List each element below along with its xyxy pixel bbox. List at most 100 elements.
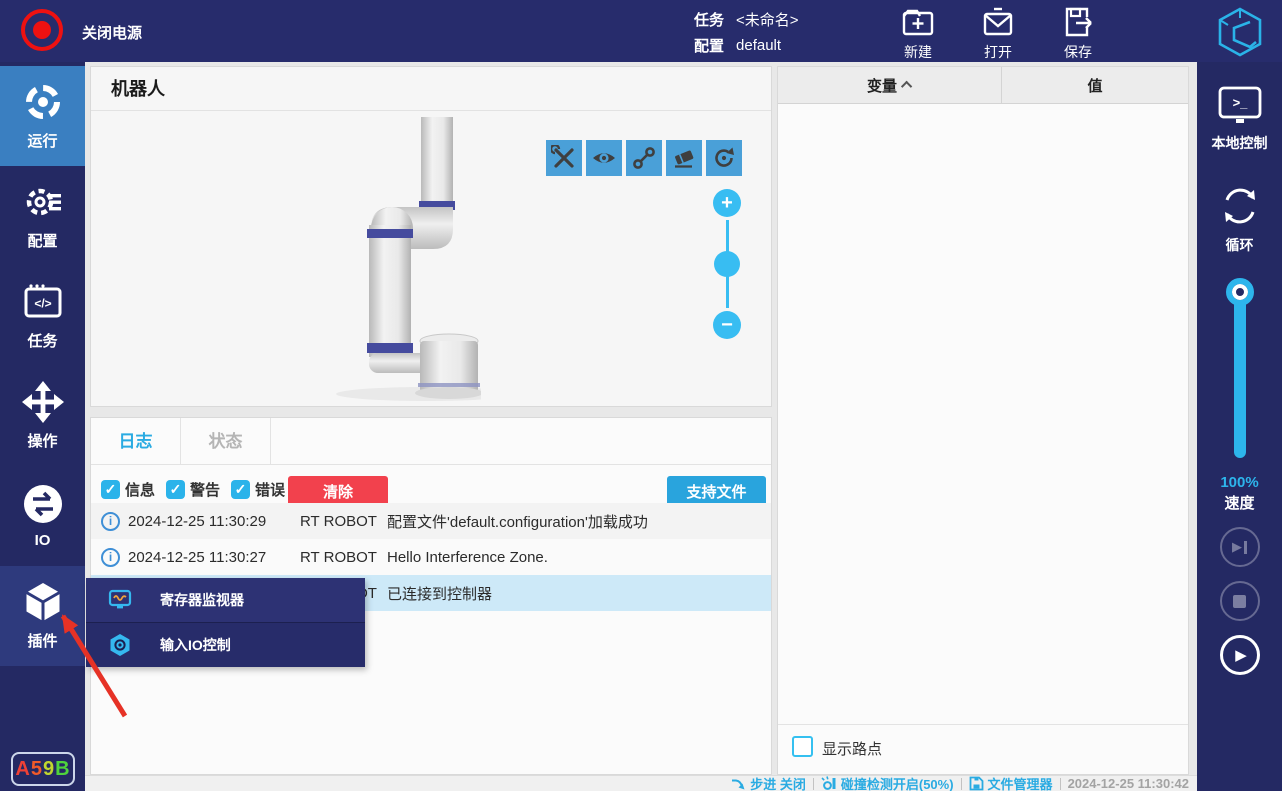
register-monitor-icon — [108, 589, 132, 611]
tools-button[interactable] — [546, 140, 582, 176]
save-task-button[interactable]: 保存 — [1051, 4, 1105, 62]
zoom-in-button[interactable]: + — [713, 189, 741, 217]
eye-icon — [591, 145, 617, 171]
open-file-icon — [980, 4, 1016, 40]
loop-label: 循环 — [1226, 235, 1254, 255]
local-control-button[interactable]: >_ 本地控制 — [1197, 86, 1282, 153]
step-mode-label: 步进 关闭 — [750, 774, 806, 791]
file-manager-button[interactable]: 文件管理器 — [969, 774, 1053, 791]
task-value: <未命名> — [736, 9, 799, 30]
visibility-button[interactable] — [586, 140, 622, 176]
column-header-variable[interactable]: 变量 — [778, 67, 1002, 103]
plus-icon: + — [721, 192, 733, 215]
collision-detection-status[interactable]: 碰撞检测开启(50%) — [821, 774, 954, 791]
step-icon — [731, 777, 746, 791]
menu-item-register-monitor[interactable]: 寄存器监视器 — [86, 578, 365, 623]
badge-char: 9 — [43, 758, 55, 781]
skip-bar-icon — [1244, 541, 1247, 554]
path-button[interactable] — [626, 140, 662, 176]
open-task-button[interactable]: 打开 — [971, 4, 1025, 62]
sidebar-item-config[interactable]: 配置 — [0, 166, 85, 266]
log-time: 2024-12-25 11:30:27 — [128, 549, 300, 566]
minus-icon: − — [721, 314, 733, 337]
code-glyph: </> — [34, 297, 51, 311]
play-icon: ▶ — [1235, 646, 1247, 664]
divider — [813, 778, 814, 790]
open-task-label: 打开 — [984, 42, 1012, 62]
tab-status[interactable]: 状态 — [181, 418, 271, 465]
loop-button[interactable]: 循环 — [1197, 184, 1282, 255]
robot-3d-view[interactable]: + − — [91, 112, 771, 406]
log-message: 已连接到控制器 — [387, 583, 771, 604]
step-mode-status[interactable]: 步进 关闭 — [731, 774, 806, 791]
check-icon: ✓ — [231, 480, 250, 499]
sidebar-item-plugin[interactable]: 插件 — [0, 566, 85, 666]
log-row[interactable]: i 2024-12-25 11:30:29 RT ROBOT 配置文件'defa… — [91, 503, 771, 539]
log-source: RT ROBOT — [300, 549, 387, 566]
gear-icon — [22, 181, 64, 223]
cube-logo-icon — [1214, 6, 1266, 58]
tools-icon — [551, 145, 577, 171]
sidebar-item-label: 运行 — [27, 130, 57, 151]
sidebar-item-io[interactable]: IO — [0, 466, 85, 566]
filter-warning-checkbox[interactable]: ✓ 警告 — [166, 479, 220, 500]
step-forward-button[interactable]: ▶ — [1220, 527, 1260, 567]
tab-log[interactable]: 日志 — [91, 418, 181, 465]
collision-detection-label: 碰撞检测开启(50%) — [841, 774, 954, 791]
sidebar-item-run[interactable]: 运行 — [0, 66, 85, 166]
power-icon — [33, 21, 51, 39]
erase-button[interactable] — [666, 140, 702, 176]
stop-button[interactable] — [1220, 581, 1260, 621]
terminal-icon: >_ — [1217, 86, 1263, 126]
loop-icon — [1218, 184, 1262, 228]
column-header-value[interactable]: 值 — [1002, 67, 1188, 103]
sidebar-item-label: 插件 — [27, 630, 57, 651]
config-value: default — [736, 37, 781, 54]
zoom-slider-handle[interactable] — [714, 251, 740, 277]
robot-arm-model — [331, 117, 481, 402]
variables-footer: 显示路点 — [778, 724, 1188, 774]
log-row[interactable]: i 2024-12-25 11:30:27 RT ROBOT Hello Int… — [91, 539, 771, 575]
filter-error-checkbox[interactable]: ✓ 错误 — [231, 479, 285, 500]
show-waypoints-label: 显示路点 — [822, 738, 882, 759]
file-manager-label: 文件管理器 — [988, 774, 1053, 791]
right-sidebar: >_ 本地控制 循环 100% 速度 ▶ ▶ — [1197, 62, 1282, 791]
sidebar-item-label: 任务 — [27, 330, 57, 351]
check-icon: ✓ — [166, 480, 185, 499]
view-toolbar — [546, 140, 742, 176]
reset-view-button[interactable] — [706, 140, 742, 176]
menu-item-input-io-control[interactable]: 输入IO控制 — [86, 623, 365, 668]
check-icon: ✓ — [101, 480, 120, 499]
collision-icon — [821, 776, 837, 791]
divider — [961, 778, 962, 790]
stop-icon — [1233, 595, 1246, 608]
menu-item-label: 寄存器监视器 — [160, 590, 244, 610]
status-timestamp: 2024-12-25 11:30:42 — [1068, 776, 1189, 791]
filter-warning-label: 警告 — [190, 479, 220, 500]
new-task-button[interactable]: 新建 — [891, 4, 945, 62]
log-source: RT ROBOT — [300, 513, 387, 530]
config-label: 配置 — [694, 35, 724, 56]
power-button[interactable] — [21, 9, 63, 51]
trajectory-icon — [631, 145, 657, 171]
local-control-label: 本地控制 — [1212, 133, 1268, 153]
plugin-cube-icon — [22, 581, 64, 623]
divider — [1060, 778, 1061, 790]
left-sidebar: 运行 配置 </> 任务 — [0, 62, 85, 791]
status-bar: 步进 关闭 碰撞检测开启(50%) 文件管理器 2024-12-25 11:30… — [85, 775, 1197, 791]
prompt-glyph: >_ — [1232, 95, 1248, 110]
speed-slider-track[interactable] — [1234, 292, 1246, 458]
code-window-icon: </> — [22, 281, 64, 323]
show-waypoints-checkbox[interactable] — [792, 736, 813, 757]
filter-info-checkbox[interactable]: ✓ 信息 — [101, 479, 155, 500]
speed-slider-handle[interactable] — [1226, 278, 1254, 306]
info-icon: i — [101, 512, 120, 531]
app-window: 关闭电源 任务 <未命名> 配置 default 新建 — [0, 0, 1282, 791]
zoom-out-button[interactable]: − — [713, 311, 741, 339]
robot-panel: 机器人 — [90, 66, 772, 407]
play-button[interactable]: ▶ — [1220, 635, 1260, 675]
filter-error-label: 错误 — [255, 479, 285, 500]
sidebar-item-operate[interactable]: 操作 — [0, 366, 85, 466]
sidebar-item-task[interactable]: </> 任务 — [0, 266, 85, 366]
sidebar-item-label: 操作 — [27, 430, 57, 451]
